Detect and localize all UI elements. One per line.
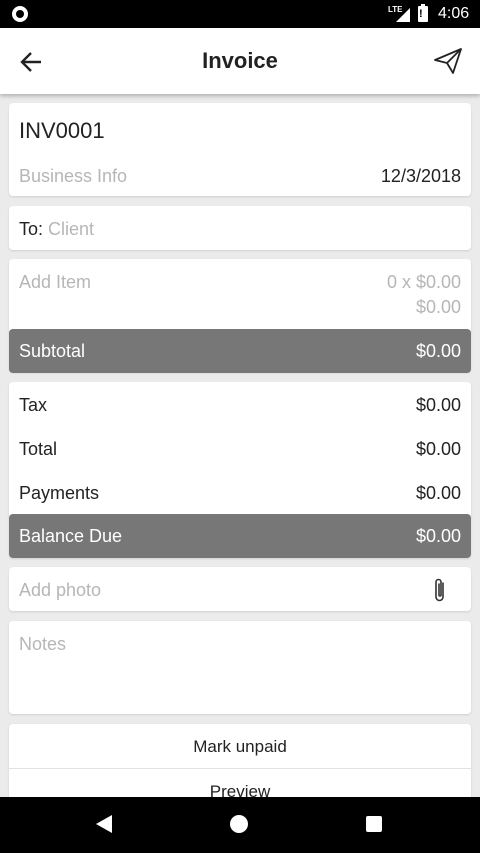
payments-value: $0.00 <box>415 483 461 503</box>
mark-unpaid-button[interactable]: Mark unpaid <box>9 737 471 757</box>
photo-card[interactable]: Add photo <box>9 567 471 611</box>
client-label: To: <box>19 219 44 239</box>
payments-label[interactable]: Payments <box>19 483 99 504</box>
paperclip-icon[interactable] <box>431 576 449 604</box>
client-card[interactable]: To: Client <box>9 206 471 250</box>
invoice-date[interactable]: 12/3/2018 <box>381 166 461 187</box>
client-field[interactable]: Client <box>48 219 94 239</box>
nav-home-icon[interactable] <box>230 815 248 833</box>
add-photo-field[interactable]: Add photo <box>19 580 101 601</box>
total-value: $0.00 <box>415 439 461 459</box>
page-title: Invoice <box>202 48 278 73</box>
clock: 4:06 <box>438 5 470 22</box>
system-nav-bar <box>0 797 480 853</box>
invoice-header-card: INV0001 Business Info 12/3/2018 <box>9 103 471 196</box>
status-bar: LTE ! 4:06 <box>0 0 480 28</box>
signal-icon <box>396 8 410 22</box>
subtotal-value: $0.00 <box>415 341 461 361</box>
send-icon[interactable] <box>432 46 464 76</box>
balance-due-bar: Balance Due $0.00 <box>9 514 471 558</box>
divider <box>9 768 471 769</box>
battery-icon: ! <box>418 4 428 22</box>
app-bar: Invoice <box>0 28 480 94</box>
invoice-number[interactable]: INV0001 <box>19 118 105 144</box>
item-amount: $0.00 <box>415 297 461 317</box>
business-info-field[interactable]: Business Info <box>19 166 127 187</box>
notes-field[interactable]: Notes <box>19 634 66 655</box>
total-label: Total <box>19 439 58 459</box>
notes-card[interactable]: Notes <box>9 621 471 714</box>
item-quantity-price: 0 x $0.00 <box>386 272 461 292</box>
battery-alert-text: ! <box>419 8 423 20</box>
notification-icon <box>12 6 28 22</box>
add-item-field[interactable]: Add Item <box>19 272 91 293</box>
balance-due-label: Balance Due <box>19 526 123 546</box>
tax-label[interactable]: Tax <box>19 395 47 416</box>
nav-recents-icon[interactable] <box>366 816 382 832</box>
balance-due-value: $0.00 <box>415 526 461 546</box>
subtotal-bar: Subtotal $0.00 <box>9 329 471 373</box>
tax-value: $0.00 <box>415 395 461 415</box>
nav-back-icon[interactable] <box>96 815 112 833</box>
subtotal-label: Subtotal <box>19 341 86 361</box>
